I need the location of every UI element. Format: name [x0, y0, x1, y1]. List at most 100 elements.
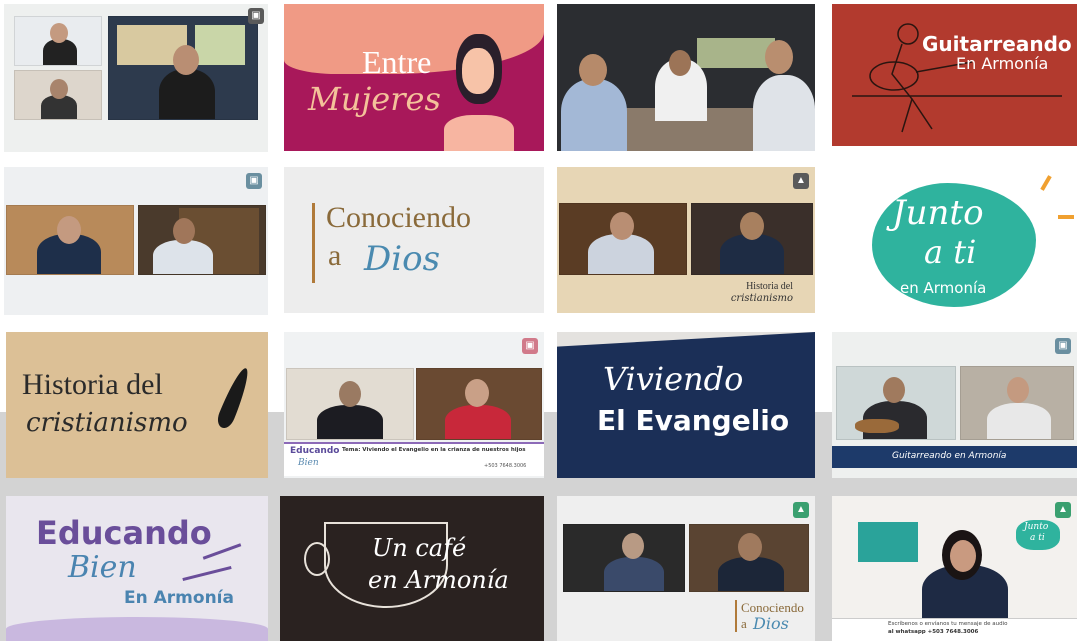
purple-footer-curve — [6, 617, 268, 641]
tile-conociendo-a-dios-call[interactable]: Conociendo a Dios ▲ — [557, 496, 815, 641]
wall-painting — [858, 522, 918, 562]
title-accent-bar — [312, 203, 315, 283]
tile-studio-three-men[interactable] — [557, 4, 815, 151]
tile-junto-a-ti-call[interactable]: Junto a ti Escríbenos o envíanos tu mens… — [832, 496, 1077, 641]
caption-line1: Historia del — [746, 281, 793, 292]
person-head — [50, 23, 68, 43]
title-line2: a — [741, 616, 747, 631]
person-head — [765, 40, 793, 74]
tile-educando-bien-en-armonia[interactable]: Educando Bien En Armonía — [6, 496, 268, 641]
accent-stroke — [1058, 215, 1074, 219]
video-frame-main — [108, 16, 258, 120]
title-line3: En Armonía — [124, 588, 234, 608]
person-head — [579, 54, 607, 86]
coffee-cup-handle — [304, 542, 330, 576]
lower-third-bar: Educando Bien Tema: Viviendo el Evangeli… — [284, 442, 544, 476]
person-silhouette — [588, 234, 654, 274]
bird-stroke — [182, 565, 232, 582]
message-line2: al whatsapp +503 7648.3006 — [888, 629, 979, 635]
title-line2: Bien — [68, 550, 137, 585]
person-silhouette — [718, 557, 784, 591]
brand-line1: Educando — [290, 446, 340, 456]
thumbnail-collage: ▣ Entre Mujeres Guitarreando En Armonía … — [0, 0, 1077, 641]
title-line2: a ti — [924, 233, 977, 271]
title-line1: Viviendo — [603, 360, 744, 398]
person-silhouette — [153, 240, 213, 274]
video-frame-left — [286, 368, 414, 440]
title-line1: Educando — [36, 514, 212, 552]
title-line1: Guitarreando — [922, 32, 1072, 56]
caption-line2: cristianismo — [730, 293, 793, 304]
app-icon: ▲ — [793, 502, 809, 518]
person-silhouette — [445, 405, 511, 439]
title-line1: Un café — [372, 534, 467, 562]
video-frame-right — [960, 366, 1074, 440]
person-head — [1007, 377, 1029, 403]
video-frame-right — [138, 205, 266, 275]
title-line2: a — [328, 239, 342, 272]
tile-educando-bien-call[interactable]: Educando Bien Tema: Viviendo el Evangeli… — [284, 332, 544, 478]
camera-icon: ▣ — [522, 338, 538, 354]
video-frame-left — [559, 203, 687, 275]
tile-guitarreando-call[interactable]: Guitarreando en Armonía ▣ — [832, 332, 1077, 478]
video-frame-left — [6, 205, 134, 275]
person-silhouette — [317, 405, 383, 439]
person-silhouette — [753, 75, 815, 151]
title-line2: Mujeres — [308, 80, 441, 118]
video-frame-bottom-left — [14, 70, 102, 120]
person-head — [740, 212, 764, 240]
tile-un-cafe-en-armonia[interactable]: Un café en Armonía — [280, 496, 544, 641]
woman-illustration — [444, 34, 514, 151]
title-line3: en Armonía — [900, 279, 987, 297]
person-face — [950, 540, 976, 572]
tile-viviendo-el-evangelio[interactable]: Viviendo El Evangelio — [557, 332, 815, 478]
tile-guitarreando-en-armonia[interactable]: Guitarreando En Armonía — [832, 4, 1077, 146]
caption-text: Guitarreando en Armonía — [892, 451, 1007, 461]
video-frame-right — [416, 368, 542, 440]
video-frame-top-left — [14, 16, 102, 66]
tile-historia-del-cristianismo[interactable]: Historia del cristianismo — [6, 332, 268, 478]
video-frame-left — [563, 524, 685, 592]
badge-line1: Junto — [1024, 522, 1049, 532]
studio-wall-art — [697, 38, 775, 68]
title-line1: Conociendo — [326, 201, 471, 234]
title-line1: Junto — [892, 193, 984, 233]
title-line2: En Armonía — [956, 54, 1049, 73]
tile-video-call-three-women[interactable]: ▣ — [4, 4, 268, 152]
message-line1: Escríbenos o envíanos tu mensaje de audi… — [888, 621, 1008, 627]
person-head — [173, 218, 195, 244]
person-head — [465, 379, 489, 407]
tile-historia-del-cristianismo-call[interactable]: Historia del cristianismo ▲ — [557, 167, 815, 313]
person-head — [339, 381, 361, 407]
brand-line2: Bien — [298, 458, 319, 468]
person-silhouette — [604, 557, 664, 591]
world-map — [195, 25, 245, 65]
camera-icon: ▣ — [246, 173, 262, 189]
video-frame-right — [689, 524, 809, 592]
tile-video-call-two-men[interactable]: ▣ — [4, 167, 268, 315]
junto-a-ti-mini-badge: Junto a ti — [1016, 520, 1060, 550]
person-head — [173, 45, 199, 75]
app-icon: ▲ — [1055, 502, 1071, 518]
contact-text: +503 7648.3006 — [484, 463, 527, 469]
badge-line2: a ti — [1030, 533, 1045, 543]
accent-stroke — [1040, 175, 1052, 191]
title-line1: Entre — [362, 44, 432, 80]
person-silhouette — [720, 234, 784, 274]
person-head — [622, 533, 644, 559]
title-line2: en Armonía — [368, 566, 509, 594]
camera-icon: ▣ — [248, 8, 264, 24]
tile-entre-mujeres[interactable]: Entre Mujeres — [284, 4, 544, 151]
tile-conociendo-a-dios[interactable]: Conociendo a Dios — [284, 167, 544, 313]
person-head — [738, 533, 762, 561]
title-line1: Historia del — [22, 368, 163, 401]
title-accent-bar — [735, 600, 737, 632]
feather-quill-icon — [214, 365, 254, 431]
guitar-icon — [855, 419, 899, 433]
tile-junto-a-ti-en-armonia[interactable]: Junto a ti en Armonía — [832, 167, 1077, 313]
video-frame-left — [836, 366, 956, 440]
person-head — [57, 216, 81, 244]
video-frame-right — [691, 203, 813, 275]
person-head — [883, 377, 905, 403]
title-line3: Dios — [753, 614, 789, 633]
